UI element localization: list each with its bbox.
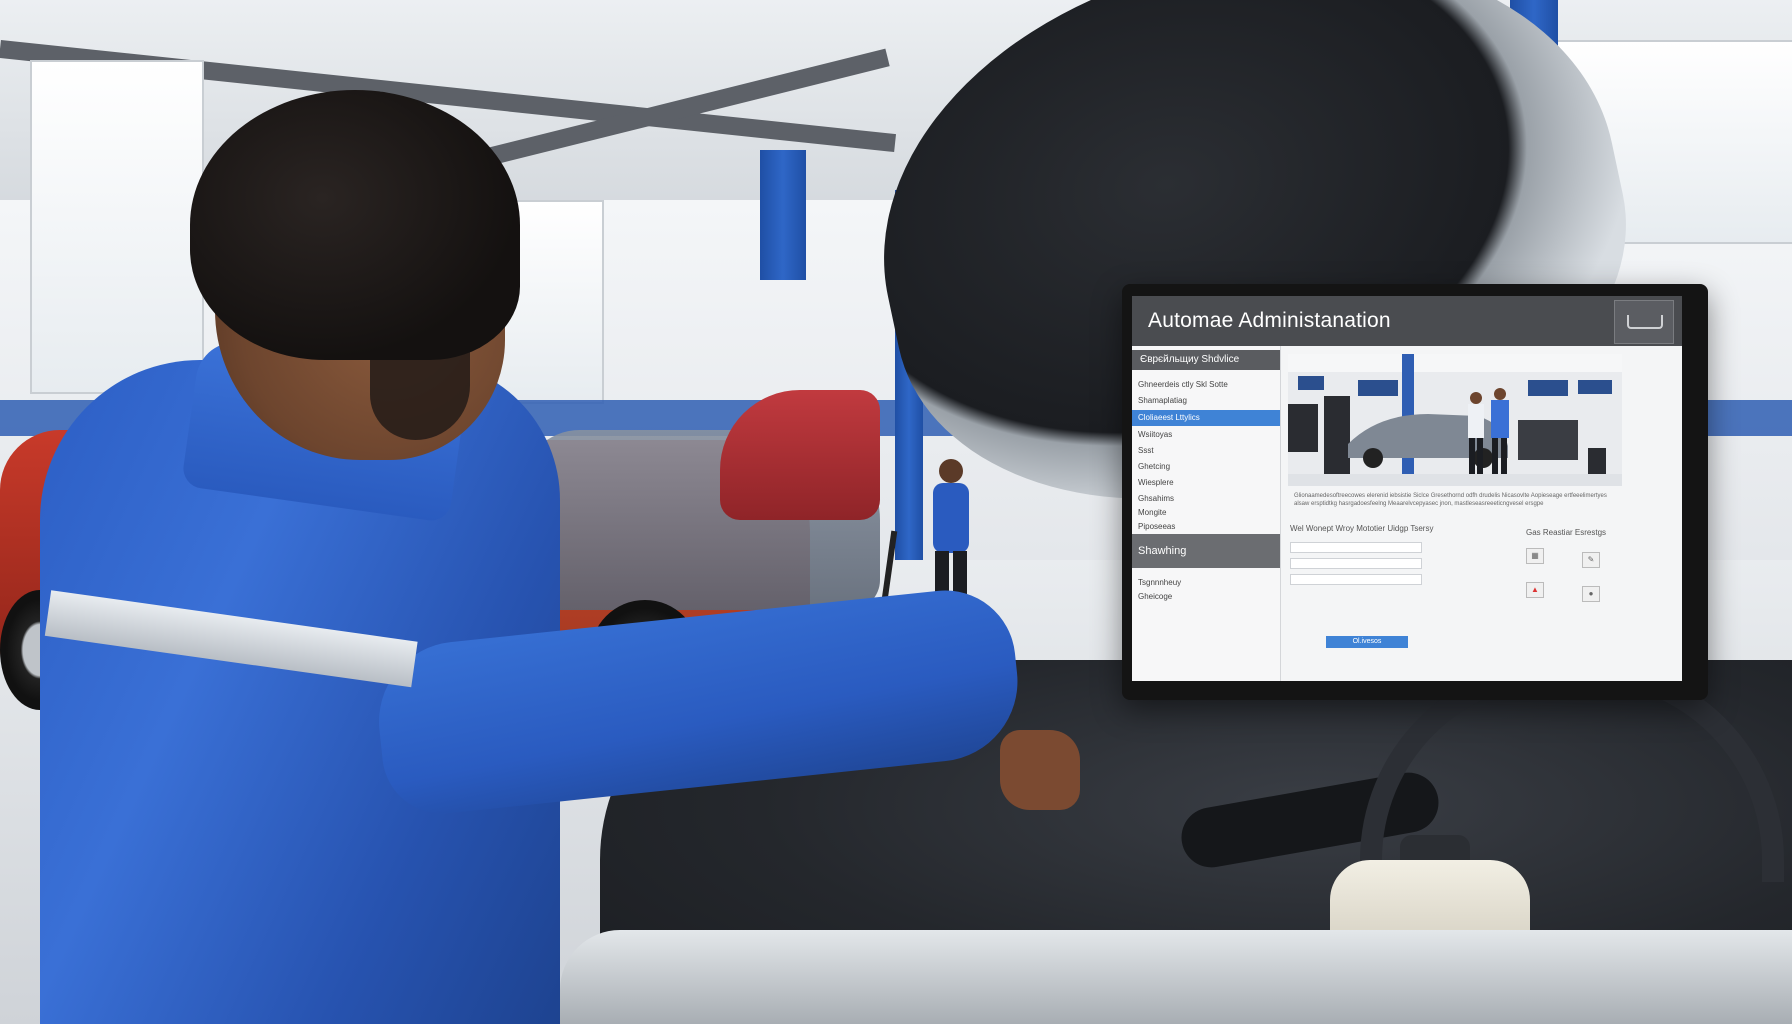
sidebar-item[interactable]: Wsiitoyas [1138,430,1172,439]
monitor-screen: Automae Administanation Єврєйльщиу Shdvl… [1132,296,1682,681]
description-text: Glionaamedesoftreecowes elerenid iebsist… [1294,493,1607,507]
car-front [560,930,1792,1024]
monitor: Automae Administanation Єврєйльщиу Shdvl… [1122,284,1708,700]
sidebar-item[interactable]: Ghsahims [1138,494,1174,503]
sidebar: Єврєйльщиу Shdvlice Ghneerdeis ctly Skl … [1132,346,1281,681]
tray-icon [1627,315,1663,329]
sidebar-section-header[interactable]: Shawhing [1132,534,1280,568]
garage-scene: Automae Administanation Єврєйльщиу Shdvl… [0,0,1792,1024]
sidebar-item[interactable]: Shamaplatiag [1138,396,1187,405]
form-label: Wel Wonept Wroy Mototier Uidgp Tsersy [1290,524,1434,533]
submit-button[interactable]: Ol.ivesos [1326,636,1408,648]
form-input[interactable] [1290,542,1422,553]
menu-button[interactable] [1614,300,1674,344]
workshop-photo [1288,354,1622,486]
warning-icon[interactable]: ▲ [1526,582,1544,598]
blue-pillar [760,150,806,280]
settings-icon[interactable]: ● [1582,586,1600,602]
garage-door [30,60,204,394]
sidebar-item-active[interactable]: Cloliaeest Lttylics [1132,410,1280,426]
form-input[interactable] [1290,558,1422,569]
sidebar-item[interactable]: Ghetcing [1138,462,1170,471]
sidebar-item[interactable]: Ssst [1138,446,1154,455]
form-input[interactable] [1290,574,1422,585]
mechanic-hair [190,90,520,360]
sidebar-item[interactable]: Mongite [1138,508,1166,517]
sidebar-header: Єврєйльщиу Shdvlice [1132,350,1280,370]
form-label: Gas Reastiar Esrestgs [1526,528,1607,537]
edit-icon[interactable]: ✎ [1582,552,1600,568]
app-titlebar: Automae Administanation [1132,296,1682,346]
sidebar-item[interactable]: Ghneerdeis ctly Skl Sotte [1138,380,1228,389]
sidebar-item[interactable]: Tsgnnnheuy [1138,578,1181,587]
sidebar-item[interactable]: Gheicoge [1138,592,1172,601]
app-title: Automae Administanation [1148,309,1391,332]
sidebar-item[interactable]: Wiesplere [1138,478,1174,487]
grid-icon[interactable]: ▦ [1526,548,1544,564]
sidebar-item[interactable]: Piposeeas [1138,522,1175,531]
mechanic-hand [1000,730,1080,810]
